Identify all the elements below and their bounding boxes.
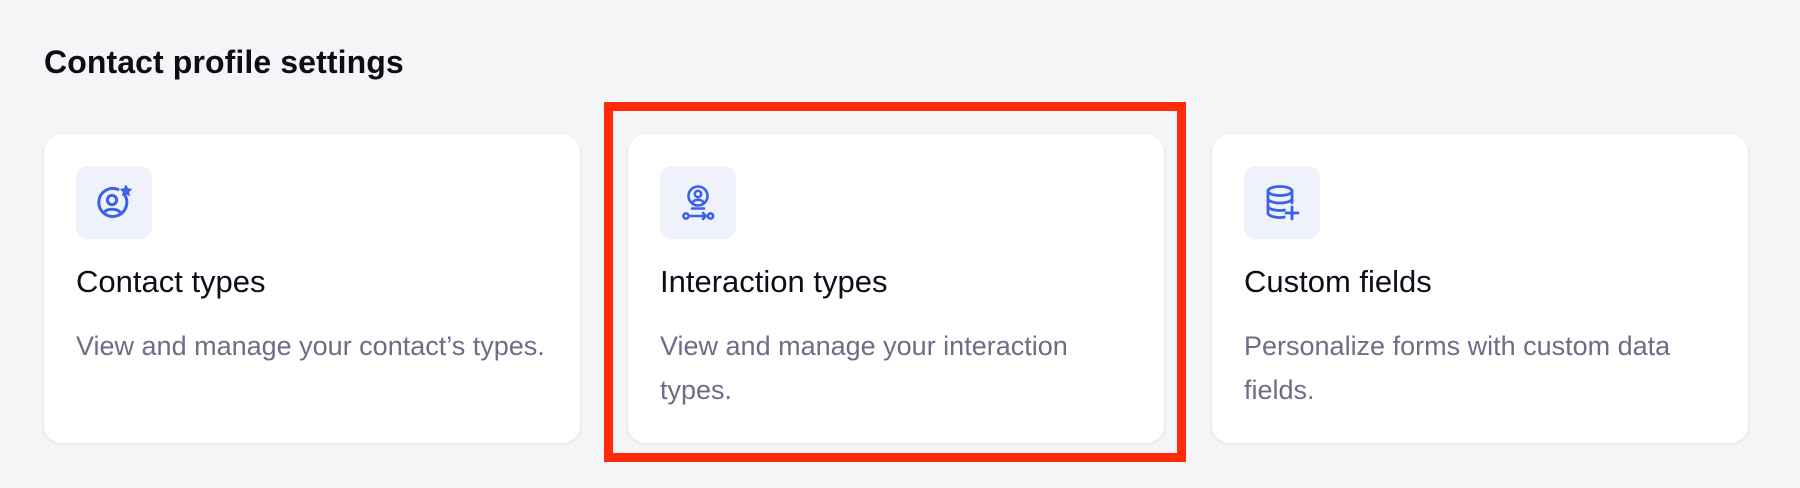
card-interaction-types[interactable]: Interaction types View and manage your i… — [628, 134, 1164, 443]
card-title: Custom fields — [1244, 264, 1432, 299]
card-title: Contact types — [76, 264, 266, 299]
card-description: Personalize forms with custom data field… — [1244, 331, 1671, 405]
card-description: View and manage your interaction types. — [660, 331, 1068, 405]
card-custom-fields[interactable]: Custom fields Personalize forms with cus… — [1212, 134, 1748, 443]
database-plus-icon — [1266, 184, 1300, 220]
card-description: View and manage your contact’s types. — [76, 331, 545, 361]
icon-tile — [76, 166, 152, 239]
icon-tile — [660, 166, 736, 239]
card-contact-types[interactable]: Contact types View and manage your conta… — [44, 134, 580, 443]
settings-page: Contact profile settings Contact types V… — [0, 0, 1800, 488]
section-title: Contact profile settings — [44, 44, 404, 80]
icon-tile — [1244, 166, 1320, 239]
user-star-icon — [97, 184, 132, 218]
card-title: Interaction types — [660, 264, 888, 299]
user-interaction-icon — [682, 184, 715, 220]
